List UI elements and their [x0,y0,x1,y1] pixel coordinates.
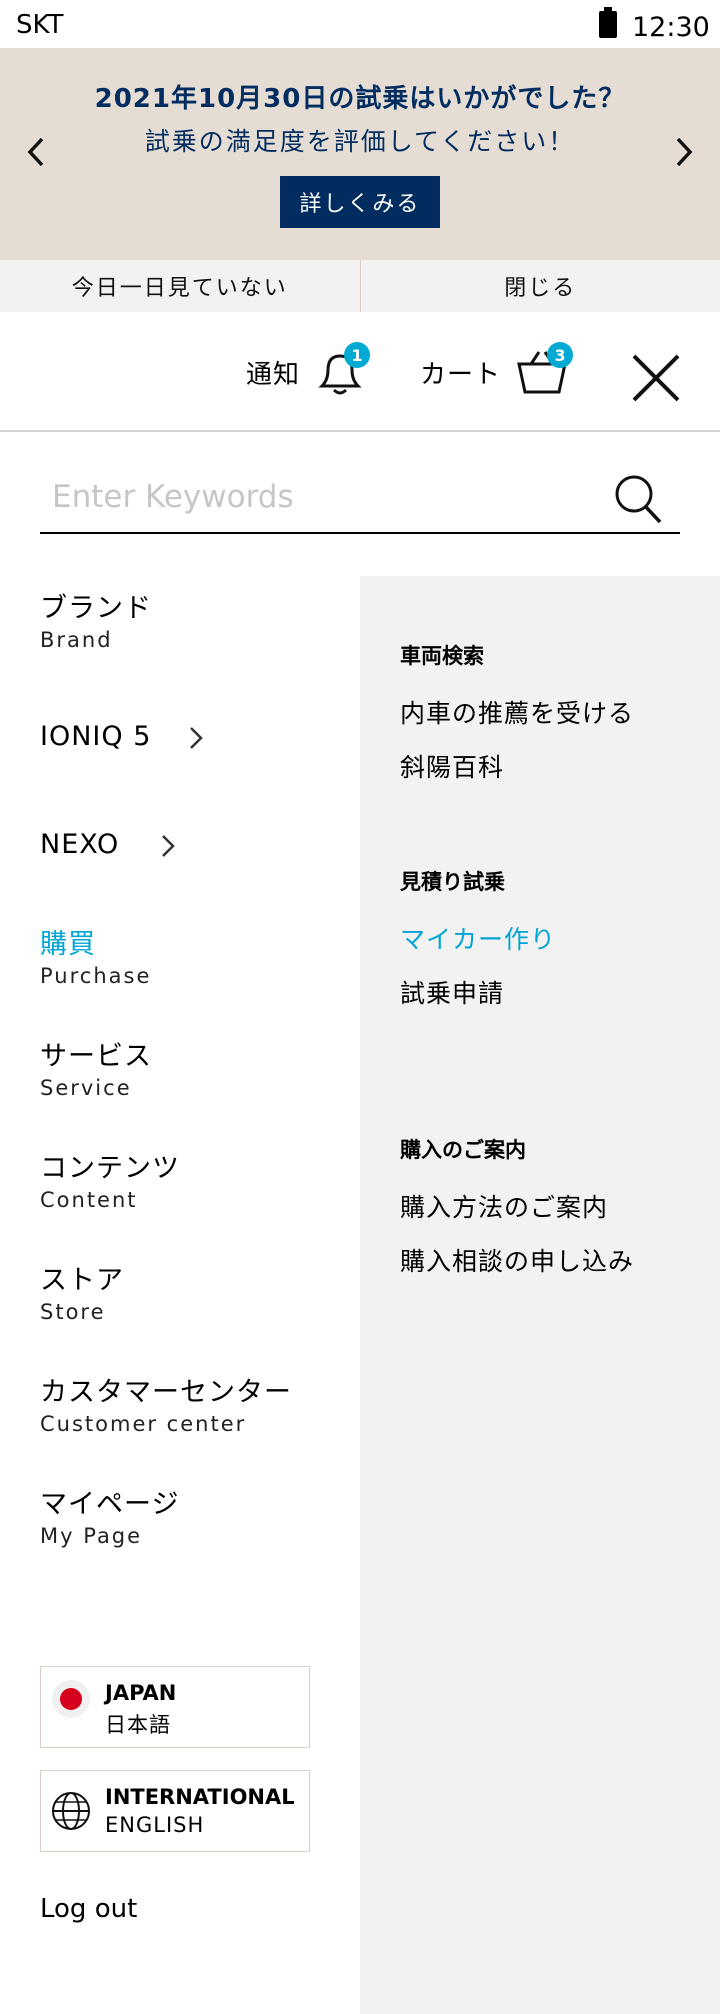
chevron-right-icon [162,835,175,857]
japan-flag-icon [52,1680,90,1718]
nav-item-ioniq5[interactable]: IONIQ 5 [40,720,360,754]
mobile-menu-page: SKT 12:30 2021年10月30日の試乗はいかがでした？ 試乗の満足度を… [0,0,720,2014]
banner-actions: 今日一日見ていない 閉じる [0,260,720,312]
carrier-name: SKT [16,10,64,40]
nav-item-service[interactable]: サービス Service [40,1040,360,1100]
language-japan-button[interactable]: JAPAN 日本語 [40,1666,310,1748]
battery-icon [599,7,617,38]
submenu-link-active[interactable]: マイカー作り [400,920,556,956]
submenu-group-title: 見積り試乗 [400,870,505,894]
notification-button[interactable]: 通知 1 [246,342,371,402]
menu-header: 通知 1 カート 3 [0,312,720,432]
submenu-group-title: 購入のご案内 [400,1138,526,1162]
cart-button[interactable]: カート 3 [420,342,574,402]
close-icon [632,354,680,402]
globe-icon [52,1792,90,1830]
nav-item-label: NEXO [40,829,120,860]
nav-item-customer-center[interactable]: カスタマーセンター Customer center [40,1376,360,1436]
language-region: INTERNATIONAL [105,1785,295,1809]
nav-item-label: コンテンツ [40,1153,180,1184]
nav-item-sublabel: Service [40,1076,132,1100]
nav-item-sublabel: Customer center [40,1412,247,1436]
nav-item-content[interactable]: コンテンツ Content [40,1152,360,1212]
submenu-panel: 車両検索 内車の推薦を受ける 斜陽百科 見積り試乗 マイカー作り 試乗申請 購入… [360,576,720,2014]
promo-next-button[interactable] [664,132,704,172]
nav-item-label: ブランド [40,593,152,624]
search-button[interactable] [610,472,666,528]
submenu-link[interactable]: 購入方法のご案内 [400,1188,608,1224]
nav-item-sublabel: Purchase [40,964,152,988]
submenu-link[interactable]: 試乗申請 [400,974,504,1010]
nav-item-label: サービス [40,1041,152,1072]
nav-item-label: 購買 [40,929,96,960]
language-international-button[interactable]: INTERNATIONAL ENGLISH [40,1770,310,1852]
cart-label: カート [420,359,502,390]
language-name: 日本語 [105,1713,171,1737]
hide-today-button[interactable]: 今日一日見ていない [0,260,360,312]
nav-item-nexo[interactable]: NEXO [40,828,360,862]
nav-item-brand[interactable]: ブランド Brand [40,592,360,652]
language-region: JAPAN [105,1681,177,1705]
promo-banner: 2021年10月30日の試乗はいかがでした？ 試乗の満足度を評価してください！ … [0,48,720,260]
basket-icon: 3 [515,342,574,400]
nav-item-store[interactable]: ストア Store [40,1264,360,1324]
promo-title: 2021年10月30日の試乗はいかがでした？ [94,84,626,114]
search-bar [40,462,680,534]
nav-item-label: ストア [40,1265,124,1296]
notification-label: 通知 [246,359,301,390]
submenu-link[interactable]: 斜陽百科 [400,748,504,784]
bell-icon: 1 [314,342,371,400]
search-icon [615,475,662,524]
banner-close-button[interactable]: 閉じる [361,260,720,312]
search-input[interactable] [52,468,612,526]
nav-item-sublabel: Brand [40,628,113,652]
chevron-right-icon [190,727,203,749]
logout-link[interactable]: Log out [40,1894,137,1924]
submenu-link[interactable]: 購入相談の申し込み [400,1242,634,1278]
nav-item-sublabel: Store [40,1300,106,1324]
submenu-group-title: 車両検索 [400,644,484,668]
chevron-right-icon [676,137,693,167]
nav-item-sublabel: My Page [40,1524,143,1548]
menu-close-button[interactable] [628,350,684,406]
nav-item-sublabel: Content [40,1188,138,1212]
nav-item-label: マイページ [40,1489,180,1520]
language-name: ENGLISH [105,1813,205,1837]
status-time: 12:30 [632,12,710,43]
promo-details-button[interactable]: 詳しくみる [280,176,440,228]
cart-badge: 3 [547,342,574,368]
submenu-link[interactable]: 内車の推薦を受ける [400,694,634,730]
nav-item-mypage[interactable]: マイページ My Page [40,1488,360,1548]
promo-subtitle: 試乗の満足度を評価してください！ [144,127,576,156]
notification-badge: 1 [344,342,371,368]
nav-item-label: カスタマーセンター [40,1377,292,1408]
nav-item-purchase[interactable]: 購買 Purchase [40,928,360,988]
status-bar: SKT 12:30 [0,0,720,48]
